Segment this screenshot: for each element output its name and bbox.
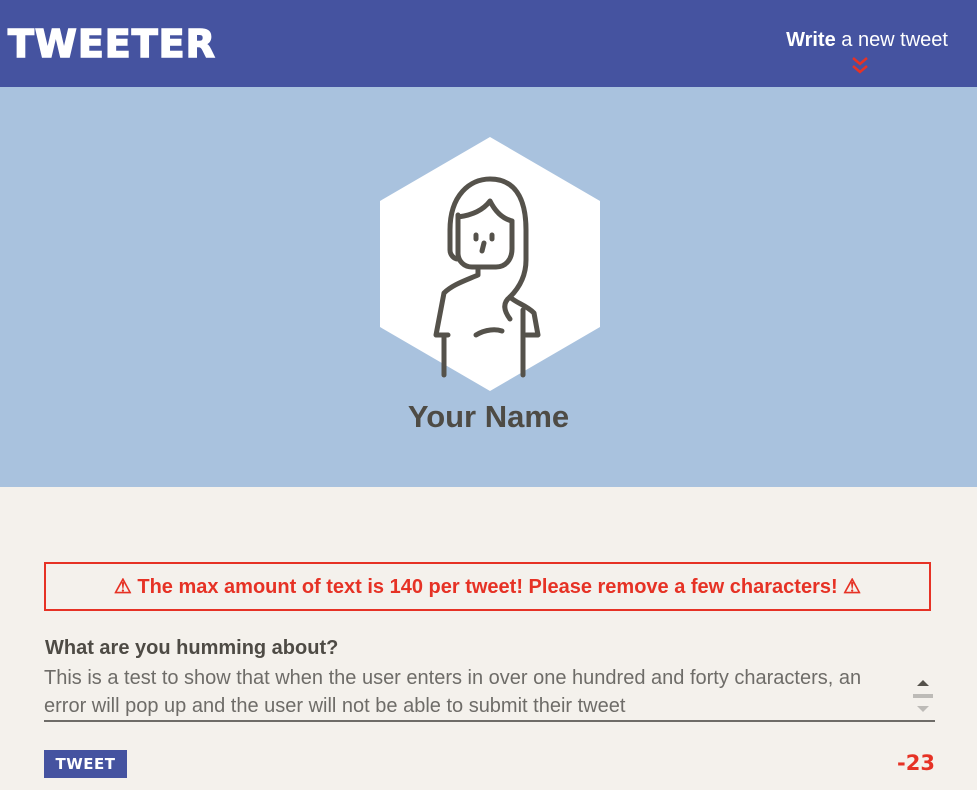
user-avatar-icon (380, 137, 600, 391)
tweet-input-label: What are you humming about? (45, 637, 339, 659)
tweet-submit-button[interactable]: TWEET (44, 750, 127, 778)
compose-label: a new tweet (835, 29, 948, 51)
nav-bar: TWEETER Write a new tweet (0, 0, 977, 87)
character-counter: -23 (897, 751, 935, 775)
scrollbar[interactable] (913, 672, 933, 714)
double-chevron-down-icon[interactable] (849, 55, 871, 77)
write-new-tweet-toggle[interactable]: Write a new tweet (786, 28, 948, 52)
profile-header: Your Name (0, 87, 977, 487)
tweet-input-wrapper[interactable]: This is a test to show that when the use… (44, 664, 935, 722)
user-name: Your Name (407, 399, 570, 434)
logo[interactable]: TWEETER (7, 21, 216, 67)
tweet-textarea[interactable]: This is a test to show that when the use… (44, 664, 906, 720)
error-message: ⚠ The max amount of text is 140 per twee… (44, 562, 931, 611)
compose-bold-label: Write (786, 29, 836, 51)
